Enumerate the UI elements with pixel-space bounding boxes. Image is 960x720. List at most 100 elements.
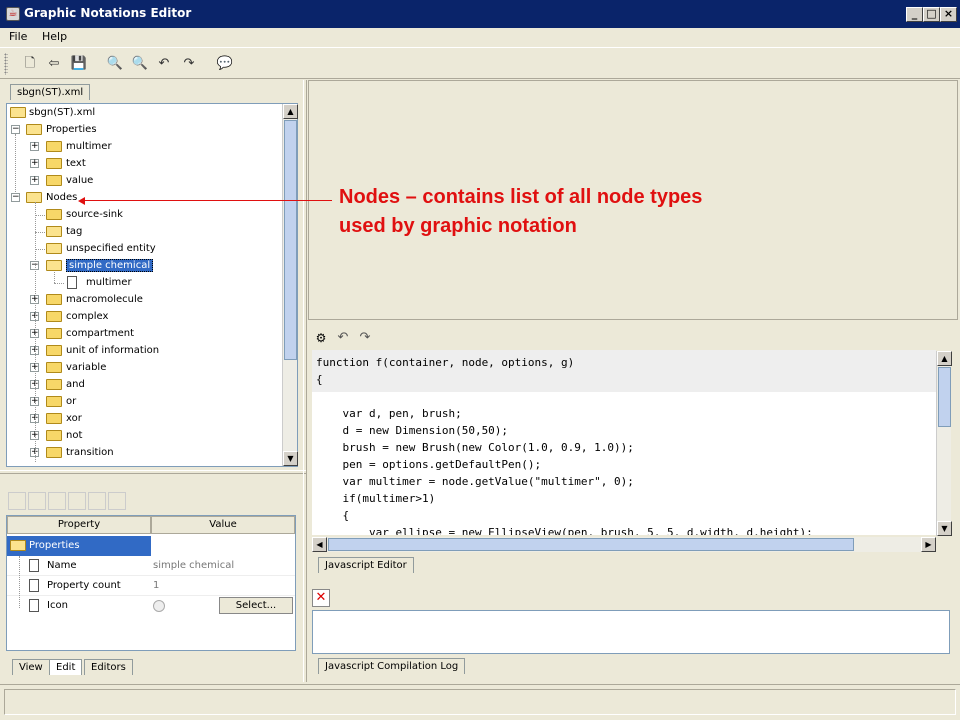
zoom-in-icon[interactable]: 🔍 (106, 55, 124, 73)
prop-tool-4-icon[interactable] (68, 492, 86, 510)
tree-item-or[interactable]: or (66, 393, 76, 410)
close-button[interactable]: × (940, 7, 957, 22)
tree-item-value[interactable]: value (66, 172, 93, 189)
tree-item-source-sink[interactable]: source-sink (66, 206, 123, 223)
main-splitter[interactable] (303, 80, 307, 682)
redo-icon[interactable]: ↷ (180, 55, 198, 73)
info-icon[interactable]: 💬 (216, 55, 234, 73)
code-line: var d, pen, brush; (316, 407, 462, 420)
tree-item-multimer-leaf[interactable]: multimer (86, 274, 132, 291)
tree-item-unit-of-information[interactable]: unit of information (66, 342, 159, 359)
tab-editors[interactable]: Editors (84, 659, 133, 675)
scroll-thumb[interactable] (328, 538, 854, 551)
tree-item-and[interactable]: and (66, 376, 85, 393)
menu-help[interactable]: Help (42, 30, 67, 43)
prop-tool-3-icon[interactable] (48, 492, 66, 510)
status-bar (0, 684, 960, 720)
tree-item-multimer[interactable]: multimer (66, 138, 112, 155)
run-script-icon[interactable]: ⚙ (312, 329, 330, 347)
tree-item-text[interactable]: text (66, 155, 86, 172)
tree-connector (54, 283, 64, 284)
tree-item-properties[interactable]: Properties (46, 121, 97, 138)
tree-root[interactable]: sbgn(ST).xml (29, 104, 95, 121)
folder-icon (46, 413, 62, 424)
save-icon[interactable]: 💾 (70, 55, 88, 73)
column-header-property[interactable]: Property (7, 516, 151, 534)
expand-icon[interactable]: + (30, 176, 39, 185)
property-group-row[interactable]: Properties (7, 536, 151, 556)
prop-tool-1-icon[interactable] (8, 492, 26, 510)
tab-view[interactable]: View (12, 659, 50, 675)
annotation-arrow-line (82, 200, 332, 201)
open-icon[interactable]: ⇦ (45, 55, 63, 73)
prop-tool-6-icon[interactable] (108, 492, 126, 510)
scroll-down-icon[interactable]: ▼ (937, 521, 952, 536)
code-vscrollbar[interactable]: ▲ ▼ (936, 351, 952, 536)
prop-tool-2-icon[interactable] (28, 492, 46, 510)
tree-scrollbar[interactable]: ▲ ▼ (282, 104, 298, 466)
tree-item-macromolecule[interactable]: macromolecule (66, 291, 143, 308)
undo-icon[interactable]: ↶ (334, 329, 352, 347)
document-icon (29, 579, 39, 592)
property-row-count[interactable]: Property count 1 (7, 576, 295, 596)
column-header-value[interactable]: Value (151, 516, 295, 534)
minimize-button[interactable]: _ (906, 7, 923, 22)
collapse-icon[interactable]: − (11, 193, 20, 202)
tab-file[interactable]: sbgn(ST).xml (10, 84, 91, 100)
property-value[interactable]: simple chemical (153, 556, 234, 576)
folder-icon (46, 311, 62, 322)
property-row-icon[interactable]: Icon Select... (7, 596, 295, 616)
property-row-name[interactable]: Name simple chemical (7, 556, 295, 576)
tree-item-compartment[interactable]: compartment (66, 325, 134, 342)
new-file-icon[interactable]: 🗋 (21, 55, 39, 73)
property-value[interactable]: 1 (153, 576, 159, 596)
scroll-down-icon[interactable]: ▼ (283, 451, 298, 466)
scroll-left-icon[interactable]: ◀ (312, 537, 327, 552)
select-icon-button[interactable]: Select... (219, 597, 293, 614)
collapse-icon[interactable]: − (11, 125, 20, 134)
tab-javascript-editor[interactable]: Javascript Editor (318, 557, 414, 573)
zoom-out-icon[interactable]: 🔍 (131, 55, 149, 73)
menu-file[interactable]: File (9, 30, 27, 43)
window-title: Graphic Notations Editor (24, 6, 192, 20)
tab-edit[interactable]: Edit (49, 659, 83, 675)
toolbar-grip[interactable] (4, 53, 8, 75)
java-app-icon: ☕ (6, 7, 20, 21)
scroll-up-icon[interactable]: ▲ (937, 351, 952, 366)
expand-icon[interactable]: + (30, 159, 39, 168)
tree-item-not[interactable]: not (66, 427, 82, 444)
javascript-editor[interactable]: function f(container, node, options, g) {… (312, 350, 936, 535)
tree-item-transition[interactable]: transition (66, 444, 114, 461)
tree-item-simple-chemical[interactable]: simple chemical (66, 257, 154, 274)
tree-item-tag[interactable]: tag (66, 223, 82, 240)
code-line: { (316, 373, 323, 386)
tree-item-nodes[interactable]: Nodes (46, 189, 77, 206)
notation-tree: sbgn(ST).xml − Properties + multimer + t… (6, 103, 298, 467)
left-splitter[interactable] (0, 470, 306, 474)
property-label: Name (47, 560, 77, 571)
tab-compilation-log[interactable]: Javascript Compilation Log (318, 658, 466, 674)
code-line: pen = options.getDefaultPen(); (316, 458, 542, 471)
undo-icon[interactable]: ↶ (155, 55, 173, 73)
tree-connector (15, 134, 16, 194)
tree-item-xor[interactable]: xor (66, 410, 82, 427)
tree-item-unspecified-entity[interactable]: unspecified entity (66, 240, 156, 257)
maximize-button[interactable]: □ (923, 7, 940, 22)
code-line: brush = new Brush(new Color(1.0, 0.9, 1.… (316, 441, 634, 454)
folder-icon (46, 175, 62, 186)
clear-log-icon[interactable]: ✕ (312, 589, 330, 607)
scroll-thumb[interactable] (938, 367, 951, 427)
tree-item-complex[interactable]: complex (66, 308, 108, 325)
tree-connector (35, 232, 45, 233)
redo-icon[interactable]: ↷ (356, 329, 374, 347)
tree-item-variable[interactable]: variable (66, 359, 106, 376)
scroll-right-icon[interactable]: ▶ (921, 537, 936, 552)
folder-open-icon (26, 124, 42, 135)
expand-icon[interactable]: + (30, 142, 39, 151)
scroll-up-icon[interactable]: ▲ (283, 104, 298, 119)
code-hscrollbar[interactable]: ◀ ▶ (312, 537, 936, 552)
compilation-log[interactable] (312, 610, 950, 654)
prop-tool-5-icon[interactable] (88, 492, 106, 510)
scroll-thumb[interactable] (284, 120, 297, 360)
property-table: Property Value Properties Name simple ch… (6, 515, 296, 651)
